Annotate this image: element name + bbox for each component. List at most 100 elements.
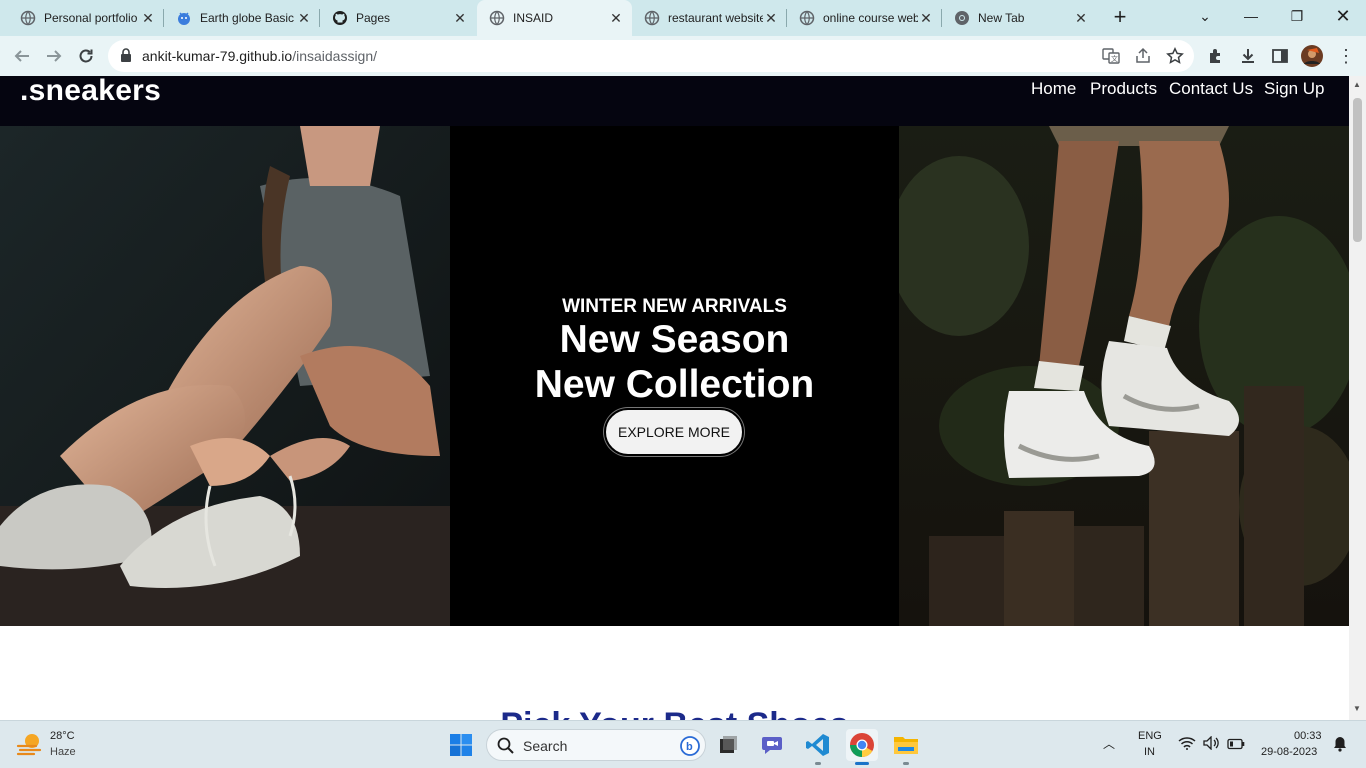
notification-bell-icon[interactable] (1333, 736, 1347, 757)
task-view-icon (720, 736, 737, 753)
browser-toolbar: ankit-kumar-79.github.io/insaidassign/ 文… (0, 36, 1366, 76)
reload-button[interactable] (74, 44, 98, 68)
close-icon[interactable]: ✕ (918, 10, 934, 26)
side-panel-icon (1272, 49, 1288, 63)
clock-date[interactable]: 29-08-2023 (1261, 746, 1317, 758)
windows-logo-icon (450, 734, 472, 756)
running-indicator (815, 762, 821, 765)
tab-restaurant-website[interactable]: restaurant website ✕ (632, 0, 787, 36)
weather-widget[interactable] (16, 731, 44, 762)
tab-new-tab[interactable]: New Tab ✕ (942, 0, 1097, 36)
teams-chat-button[interactable] (757, 729, 789, 761)
kebab-menu-icon: ⋮ (1337, 45, 1355, 66)
nav-contact-us[interactable]: Contact Us (1169, 79, 1253, 99)
tab-pages[interactable]: Pages ✕ (320, 0, 476, 36)
battery-icon[interactable] (1227, 737, 1245, 755)
url-text[interactable]: ankit-kumar-79.github.io/insaidassign/ (142, 48, 377, 64)
earth-globe-icon (176, 10, 192, 26)
globe-icon (20, 10, 36, 26)
close-icon: ✕ (1335, 5, 1351, 26)
reload-icon (79, 49, 93, 63)
task-view-button[interactable] (712, 729, 744, 761)
language-bottom[interactable]: IN (1144, 746, 1155, 758)
nav-products[interactable]: Products (1090, 79, 1157, 99)
vscode-button[interactable] (802, 729, 834, 761)
svg-text:文: 文 (1111, 54, 1118, 63)
address-bar[interactable]: ankit-kumar-79.github.io/insaidassign/ 文 (108, 40, 1194, 72)
tab-title: Personal portfolio (44, 11, 138, 25)
new-tab-button[interactable]: + (1108, 4, 1132, 29)
menu-button[interactable]: ⋮ (1334, 44, 1358, 68)
scroll-up-icon[interactable]: ▲ (1353, 80, 1361, 89)
downloads-button[interactable] (1236, 44, 1260, 68)
arrow-left-icon (14, 50, 29, 62)
chevron-up-icon[interactable]: ︿ (1103, 735, 1115, 752)
hero-banner: WINTER NEW ARRIVALS New Season New Colle… (0, 126, 1349, 626)
close-icon[interactable]: ✕ (1073, 10, 1089, 26)
tab-insaid[interactable]: INSAID ✕ (477, 0, 632, 36)
nav-home[interactable]: Home (1031, 79, 1076, 99)
volume-icon[interactable] (1203, 735, 1221, 755)
weather-temp: 28°C (50, 730, 75, 742)
weather-desc: Haze (50, 746, 76, 758)
tab-title: INSAID (513, 11, 554, 25)
restore-icon: ❐ (1290, 7, 1304, 24)
language-top[interactable]: ENG (1138, 730, 1162, 742)
hero-image-right (899, 126, 1349, 626)
lock-icon[interactable] (120, 48, 132, 67)
chrome-taskbar-button[interactable] (846, 729, 878, 761)
explore-more-button[interactable]: EXPLORE MORE (604, 408, 744, 456)
active-indicator (855, 762, 869, 765)
close-icon[interactable]: ✕ (608, 10, 624, 26)
arrow-right-icon (47, 50, 62, 62)
extensions-button[interactable] (1204, 44, 1228, 68)
globe-icon (799, 10, 815, 26)
tab-search-button[interactable]: ⌄ (1182, 0, 1228, 32)
tab-earth-globe[interactable]: Earth globe Basic ✕ (164, 0, 320, 36)
back-button[interactable] (10, 44, 34, 68)
close-icon[interactable]: ✕ (452, 10, 468, 26)
close-icon[interactable]: ✕ (296, 10, 312, 26)
share-icon[interactable] (1134, 47, 1152, 70)
tab-title: online course web (823, 11, 918, 25)
clock-time[interactable]: 00:33 (1294, 730, 1322, 742)
search-icon (497, 737, 514, 759)
side-panel-button[interactable] (1268, 44, 1292, 68)
hero-text-panel: WINTER NEW ARRIVALS New Season New Colle… (450, 126, 899, 626)
folder-icon (894, 737, 918, 754)
hero-image-left (0, 126, 450, 626)
teams-icon (762, 737, 782, 754)
scroll-thumb[interactable] (1353, 98, 1362, 242)
windows-start-button[interactable] (445, 729, 477, 761)
close-window-button[interactable]: ✕ (1320, 0, 1366, 32)
url-domain: ankit-kumar-79.github.io (142, 48, 293, 64)
chrome-icon (954, 10, 970, 26)
wifi-icon[interactable] (1178, 736, 1196, 755)
github-icon (332, 10, 348, 26)
hero-title-line1: New Season (559, 318, 790, 361)
hero-title-line2: New Collection (534, 363, 815, 406)
globe-icon (489, 10, 505, 26)
taskbar-search[interactable]: Search b (486, 729, 706, 761)
translate-icon[interactable]: 文 (1102, 47, 1120, 70)
windows-taskbar: 28°C Haze Search b ︿ ENG IN 00:33 29-08-… (0, 720, 1366, 768)
vscode-icon (806, 734, 829, 756)
svg-text:b: b (686, 741, 693, 753)
forward-button[interactable] (42, 44, 66, 68)
profile-avatar[interactable] (1300, 44, 1324, 68)
restore-button[interactable]: ❐ (1274, 0, 1320, 32)
tab-title: restaurant website (668, 11, 763, 25)
minimize-button[interactable]: — (1228, 0, 1274, 32)
download-icon (1242, 49, 1254, 63)
brand-logo[interactable]: .sneakers (20, 76, 161, 108)
tab-personal-portfolio[interactable]: Personal portfolio ✕ (8, 0, 164, 36)
close-icon[interactable]: ✕ (140, 10, 156, 26)
bookmark-star-icon[interactable] (1166, 47, 1184, 70)
tab-online-course[interactable]: online course web ✕ (787, 0, 942, 36)
bing-icon: b (679, 735, 701, 762)
nav-sign-up[interactable]: Sign Up (1264, 79, 1324, 99)
file-explorer-button[interactable] (890, 729, 922, 761)
page-scrollbar[interactable]: ▲ ▼ (1349, 76, 1366, 720)
close-icon[interactable]: ✕ (763, 10, 779, 26)
scroll-down-icon[interactable]: ▼ (1353, 704, 1361, 713)
